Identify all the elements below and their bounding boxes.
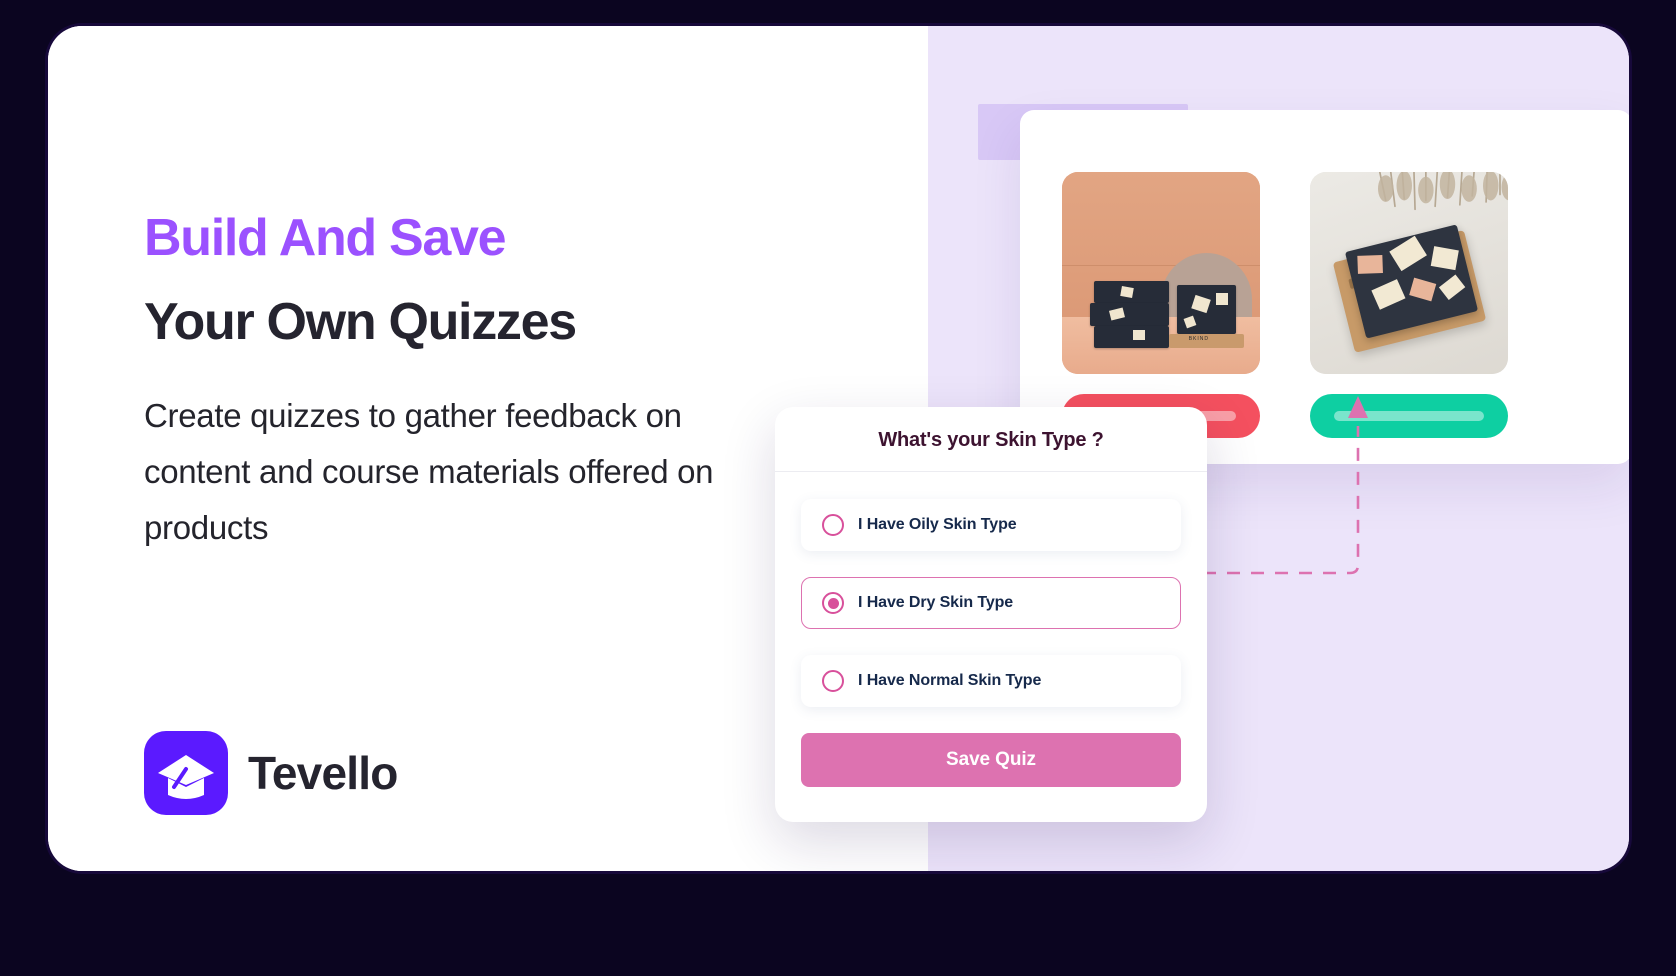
product-image-2 [1310, 172, 1508, 374]
divider [775, 471, 1207, 472]
promo-card: Build And Save Your Own Quizzes Create q… [48, 26, 1629, 871]
tevello-logo-mark [144, 731, 228, 815]
page-title: Your Own Quizzes [144, 293, 577, 351]
save-quiz-button[interactable]: Save Quiz [801, 733, 1181, 787]
quiz-option-normal[interactable]: I Have Normal Skin Type [801, 655, 1181, 707]
radio-icon[interactable] [822, 670, 844, 692]
product-image-1: BKIND [1062, 172, 1260, 374]
quiz-option-label: I Have Dry Skin Type [858, 594, 1014, 611]
quiz-question-title: What's your Skin Type ? [878, 429, 1104, 451]
cta-placeholder-bar [1334, 411, 1484, 421]
quiz-option-dry[interactable]: I Have Dry Skin Type [801, 577, 1181, 629]
quiz-option-oily[interactable]: I Have Oily Skin Type [801, 499, 1181, 551]
brand-name: Tevello [248, 747, 398, 799]
product-cta-2[interactable] [1310, 394, 1508, 438]
radio-icon[interactable] [822, 514, 844, 536]
radio-icon-selected[interactable] [822, 592, 844, 614]
screenshot-frame: Build And Save Your Own Quizzes Create q… [0, 0, 1676, 976]
brand-lockup: Tevello [144, 731, 398, 815]
graduation-cap-icon [158, 755, 214, 799]
product-brand-stamp: BKIND [1188, 335, 1209, 342]
quiz-builder-card: What's your Skin Type ? I Have Oily Skin… [775, 407, 1207, 822]
quiz-option-label: I Have Oily Skin Type [858, 516, 1017, 533]
quiz-option-label: I Have Normal Skin Type [858, 672, 1042, 689]
hero-eyebrow: Build And Save [144, 209, 507, 267]
hero-subhead: Create quizzes to gather feedback on con… [144, 397, 714, 546]
